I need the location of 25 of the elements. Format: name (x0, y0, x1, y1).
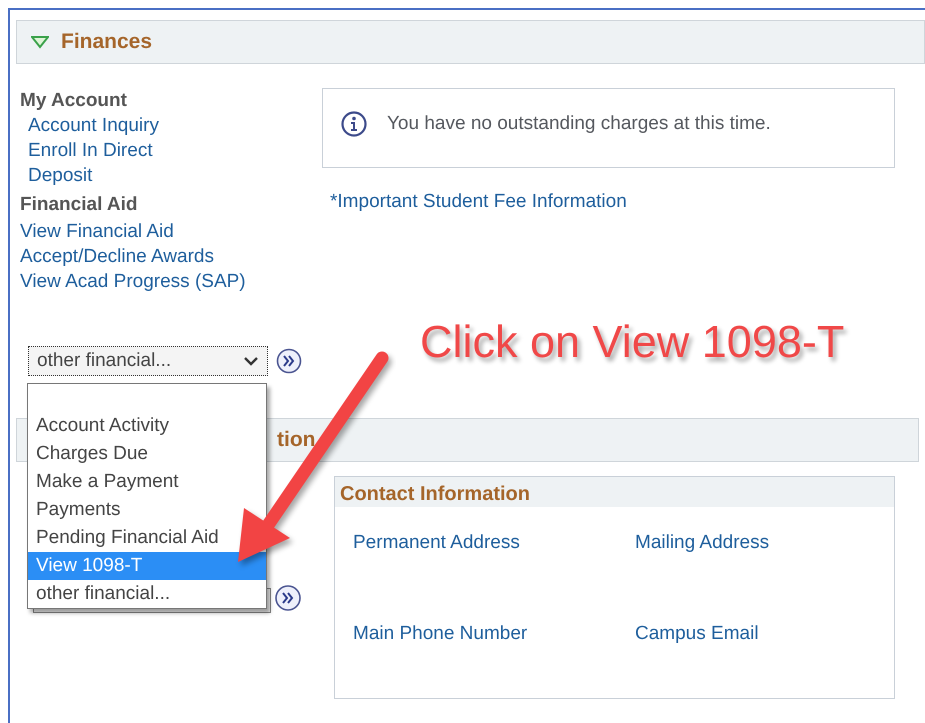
fee-information-link[interactable]: *Important Student Fee Information (330, 189, 895, 214)
dropdown-option[interactable]: other financial... (28, 580, 266, 608)
field-label: Campus Email (635, 622, 760, 646)
section-header[interactable]: Finances (16, 20, 925, 64)
field-label: Permanent Address (353, 531, 521, 555)
nav-link[interactable]: View Acad Progress (SAP) (20, 269, 310, 294)
nav-link[interactable]: View Financial Aid (20, 219, 310, 244)
panel-title: Contact Information (335, 477, 894, 507)
section-title: Finances (61, 29, 152, 56)
chevron-down-icon (243, 356, 259, 366)
select-field[interactable]: other financial... (28, 346, 268, 376)
dropdown-option[interactable]: Payments (28, 496, 266, 524)
dropdown-option[interactable]: Make a Payment (28, 468, 266, 496)
nav-link[interactable]: Accept/Decline Awards (20, 244, 310, 269)
field-label: Mailing Address (635, 531, 770, 555)
group-heading: My Account (20, 89, 128, 113)
nav-link[interactable]: Enroll In Direct Deposit (28, 138, 195, 188)
field-label: Main Phone Number (353, 622, 528, 646)
section-title: tion (277, 427, 316, 454)
info-icon (341, 111, 367, 137)
message-text: You have no outstanding charges at this time. (387, 112, 771, 136)
group-heading: Financial Aid (20, 193, 139, 217)
go-button[interactable] (276, 348, 302, 374)
nav-link[interactable]: Account Inquiry (28, 113, 195, 138)
annotation-text: Click on View 1098-T (420, 315, 844, 369)
